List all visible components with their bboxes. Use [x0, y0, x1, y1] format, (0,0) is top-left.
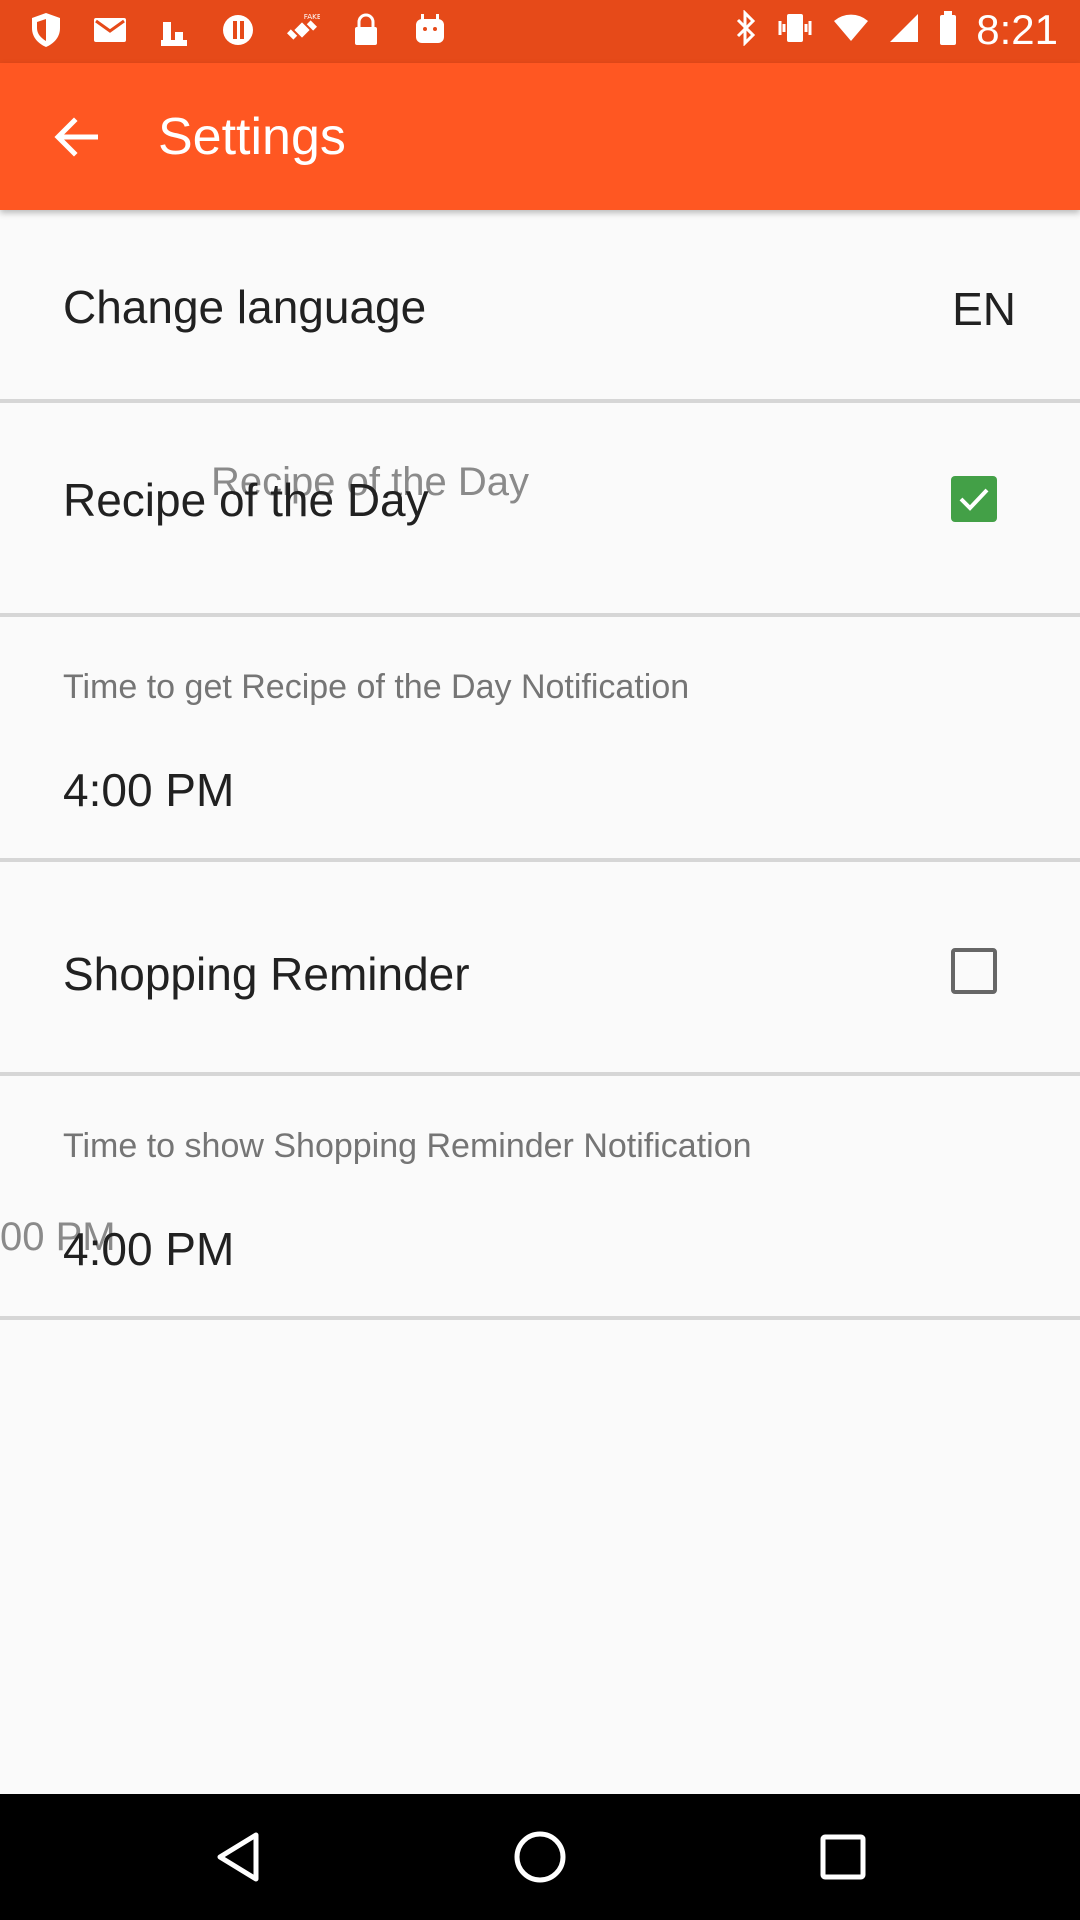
battery-icon [938, 10, 958, 51]
svg-text:FAKE: FAKE [304, 12, 320, 21]
cocktail-icon [156, 10, 192, 50]
status-clock: 8:21 [976, 6, 1058, 53]
shopping-time-label: Time to show Shopping Reminder Notificat… [63, 1127, 752, 1165]
arrow-back-icon [54, 117, 98, 157]
shopping-time-value: 4:00 PM [63, 1223, 235, 1275]
nav-home-circle-icon [514, 1831, 566, 1883]
android-icon [412, 10, 448, 50]
page-title: Settings [158, 108, 346, 166]
shopping-reminder-checkbox[interactable] [951, 948, 997, 994]
shopping-reminder-row[interactable]: Shopping Reminder [0, 862, 1080, 1076]
change-language-row[interactable]: Change language EN [0, 210, 1080, 403]
nav-back-button[interactable] [201, 1821, 273, 1893]
nav-home-button[interactable] [504, 1821, 576, 1893]
lock-icon [348, 10, 384, 50]
recipe-time-row[interactable]: Time to get Recipe of the Day Notificati… [0, 617, 1080, 862]
shopping-reminder-label: Shopping Reminder [63, 948, 470, 1000]
notification-icons: FAKE [28, 10, 448, 50]
signal-icon [888, 12, 920, 49]
recipe-of-day-row[interactable]: Recipe of the Day Recipe of the Day [0, 403, 1080, 617]
bluetooth-icon [734, 8, 758, 51]
nav-back-triangle-icon [217, 1832, 259, 1882]
recipe-of-day-checkbox[interactable] [951, 476, 997, 522]
recipe-of-day-label: Recipe of the Day [63, 474, 429, 526]
status-bar: FAKE 8:21 [0, 0, 1080, 63]
checkmark-icon [959, 488, 989, 511]
nav-recents-square-icon [820, 1834, 866, 1880]
wifi-icon [832, 13, 870, 48]
system-status: 8:21 [734, 6, 1058, 54]
navigation-bar [0, 1794, 1080, 1920]
recipe-time-value: 4:00 PM [63, 764, 235, 816]
mail-icon [92, 10, 128, 50]
back-button[interactable] [40, 107, 110, 167]
app-bar: Settings [0, 63, 1080, 210]
nav-recents-button[interactable] [807, 1821, 879, 1893]
settings-list: Change language EN Recipe of the Day Rec… [0, 210, 1080, 1320]
vibrate-icon [776, 11, 814, 50]
shield-icon [28, 10, 64, 50]
language-value: EN [952, 283, 1016, 335]
change-language-label: Change language [63, 281, 427, 333]
shopping-time-row[interactable]: Time to show Shopping Reminder Notificat… [0, 1076, 1080, 1320]
alert-circle-icon [220, 10, 256, 50]
recipe-time-label: Time to get Recipe of the Day Notificati… [63, 668, 690, 706]
fake-gps-icon: FAKE [284, 10, 320, 50]
